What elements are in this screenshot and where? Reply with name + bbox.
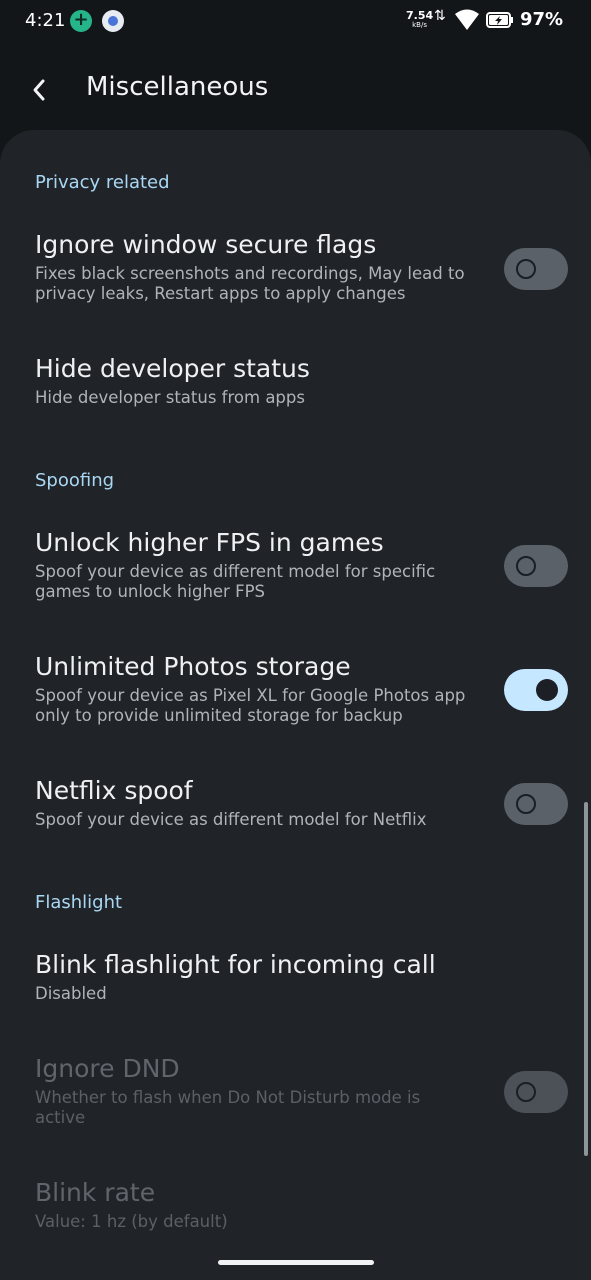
toggle-knob: [516, 794, 536, 814]
network-speed-unit: kB/s: [412, 21, 427, 29]
wifi-icon: [455, 9, 479, 30]
page-title: Miscellaneous: [86, 72, 269, 102]
data-activity-icon: ⇅: [434, 8, 446, 24]
network-speed: 7.54 kB/s: [406, 10, 433, 29]
app-bar: Miscellaneous: [0, 50, 591, 130]
setting-subtitle: Hide developer status from apps: [35, 388, 305, 407]
setting-title: Blink flashlight for incoming call: [35, 950, 436, 979]
settings-notification-icon: [102, 10, 124, 32]
app-notification-icon: [70, 9, 92, 32]
setting-title: Blink rate: [35, 1178, 156, 1207]
section-header-spoofing: Spoofing: [35, 470, 115, 491]
setting-title: Hide developer status: [35, 354, 310, 383]
setting-unlock-higher-fps[interactable]: Unlock higher FPS in games Spoof your de…: [0, 528, 591, 620]
settings-list[interactable]: Privacy related Ignore window secure fla…: [0, 130, 591, 1280]
status-time: 4:21: [25, 10, 66, 31]
setting-ignore-dnd: Ignore DND Whether to flash when Do Not …: [0, 1054, 591, 1146]
setting-blink-flashlight[interactable]: Blink flashlight for incoming call Disab…: [0, 950, 591, 1020]
ignore-dnd-toggle: [504, 1071, 568, 1113]
unlock-higher-fps-toggle[interactable]: [504, 545, 568, 587]
unlimited-photos-storage-toggle[interactable]: [504, 669, 568, 711]
setting-hide-developer-status[interactable]: Hide developer status Hide developer sta…: [0, 354, 591, 424]
battery-percent: 97%: [520, 9, 564, 30]
toggle-knob: [516, 1082, 536, 1102]
netflix-spoof-toggle[interactable]: [504, 783, 568, 825]
setting-title: Unlock higher FPS in games: [35, 528, 384, 557]
setting-title: Ignore window secure flags: [35, 230, 377, 259]
setting-netflix-spoof[interactable]: Netflix spoof Spoof your device as diffe…: [0, 776, 591, 846]
toggle-knob: [536, 679, 558, 701]
setting-subtitle: Fixes black screenshots and recordings, …: [35, 264, 465, 303]
toggle-knob: [516, 556, 536, 576]
setting-subtitle: Whether to flash when Do Not Disturb mod…: [35, 1088, 421, 1127]
setting-title: Ignore DND: [35, 1054, 180, 1083]
setting-blink-rate: Blink rate Value: 1 hz (by default): [0, 1178, 591, 1248]
setting-title: Netflix spoof: [35, 776, 193, 805]
setting-subtitle: Spoof your device as different model for…: [35, 562, 436, 601]
section-header-flashlight: Flashlight: [35, 892, 123, 913]
gesture-navigation-handle[interactable]: [218, 1260, 374, 1265]
setting-subtitle: Spoof your device as different model for…: [35, 810, 427, 829]
setting-subtitle: Value: 1 hz (by default): [35, 1212, 228, 1231]
battery-charging-icon: [486, 12, 513, 28]
setting-subtitle: Spoof your device as Pixel XL for Google…: [35, 686, 466, 725]
setting-title: Unlimited Photos storage: [35, 652, 351, 681]
toggle-knob: [516, 259, 536, 279]
section-header-privacy: Privacy related: [35, 172, 170, 193]
setting-ignore-secure-flags[interactable]: Ignore window secure flags Fixes black s…: [0, 230, 591, 322]
back-arrow-icon[interactable]: [22, 72, 58, 108]
setting-subtitle: Disabled: [35, 984, 107, 1003]
ignore-secure-flags-toggle[interactable]: [504, 248, 568, 290]
status-bar: 4:21 7.54 kB/s ⇅ 97%: [0, 0, 591, 44]
setting-unlimited-photos-storage[interactable]: Unlimited Photos storage Spoof your devi…: [0, 652, 591, 744]
